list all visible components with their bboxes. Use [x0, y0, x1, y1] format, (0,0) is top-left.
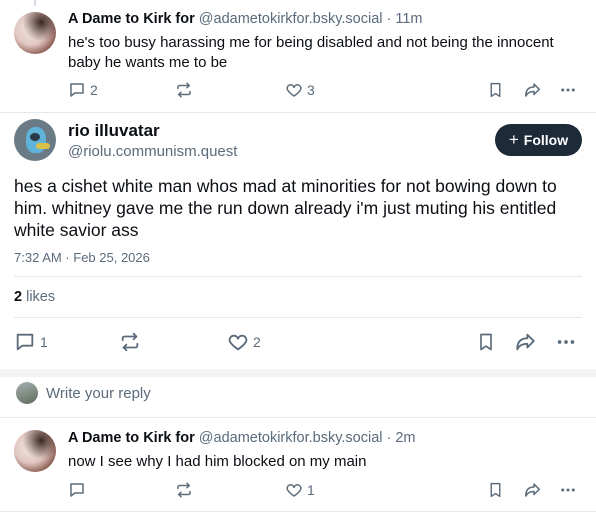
- avatar[interactable]: [14, 430, 56, 472]
- post-text: hes a cishet white man whos mad at minor…: [14, 176, 557, 240]
- likes-summary[interactable]: 2 likes: [14, 289, 55, 305]
- author-name[interactable]: A Dame to Kirk for: [68, 11, 195, 27]
- repost-arrows-icon: [177, 482, 191, 498]
- author-handle[interactable]: @riolu.communism.quest: [68, 143, 237, 160]
- bookmark-button[interactable]: [487, 479, 504, 501]
- bookmark-icon: [490, 482, 501, 498]
- repost-arrows-icon: [121, 332, 139, 352]
- ellipsis-icon: [561, 488, 575, 492]
- bookmark-button[interactable]: [487, 79, 504, 101]
- follow-label: Follow: [523, 132, 569, 148]
- repost-button[interactable]: [119, 331, 141, 353]
- speech-bubble-icon: [16, 333, 34, 351]
- divider: [14, 276, 582, 277]
- more-button[interactable]: [559, 479, 577, 501]
- post-timestamp[interactable]: 7:32 AM · Feb 25, 2026: [14, 250, 150, 265]
- heart-icon: [286, 84, 302, 97]
- like-count: 2: [253, 334, 261, 350]
- share-arrow-icon: [516, 333, 535, 351]
- share-button[interactable]: [523, 79, 542, 101]
- share-button[interactable]: [523, 479, 542, 501]
- follow-button[interactable]: + Follow: [495, 124, 582, 156]
- avatar[interactable]: [14, 119, 56, 161]
- like-count: 3: [307, 82, 315, 98]
- heart-icon: [286, 484, 302, 497]
- more-button[interactable]: [559, 79, 577, 101]
- like-button[interactable]: 1: [285, 479, 315, 501]
- divider: [14, 317, 582, 318]
- more-button[interactable]: [555, 331, 577, 353]
- author-name[interactable]: A Dame to Kirk for: [68, 430, 195, 446]
- reply-button[interactable]: [68, 479, 86, 501]
- post-time[interactable]: · 2m: [387, 430, 416, 446]
- repost-button[interactable]: [175, 479, 193, 501]
- post-actions: 1 2: [0, 331, 596, 353]
- author-handle[interactable]: @adametokirkfor.bsky.social: [199, 430, 383, 446]
- post-header: A Dame to Kirk for @adametokirkfor.bsky.…: [68, 11, 423, 27]
- post-time[interactable]: · 11m: [387, 11, 423, 27]
- avatar: [16, 382, 38, 404]
- repost-arrows-icon: [177, 82, 191, 98]
- like-count: 1: [307, 482, 315, 498]
- post-header: A Dame to Kirk for @adametokirkfor.bsky.…: [68, 430, 416, 446]
- post-actions: 1: [0, 479, 596, 501]
- speech-bubble-icon: [70, 483, 84, 497]
- likes-label: likes: [26, 289, 56, 305]
- like-button[interactable]: 3: [285, 79, 315, 101]
- author-handle[interactable]: @adametokirkfor.bsky.social: [199, 11, 383, 27]
- reply-count: 2: [90, 82, 98, 98]
- reply-input-placeholder[interactable]: Write your reply: [46, 385, 151, 402]
- plus-icon: +: [508, 130, 519, 149]
- post-text: now I see why I had him blocked on my ma…: [68, 453, 367, 470]
- post-actions: 2 3: [0, 79, 596, 101]
- ellipsis-icon: [561, 88, 575, 92]
- bookmark-icon: [490, 82, 501, 98]
- reply-button[interactable]: 2: [68, 79, 98, 101]
- share-button[interactable]: [514, 331, 537, 353]
- repost-button[interactable]: [175, 79, 193, 101]
- divider: [0, 417, 596, 418]
- post-text: he's too busy harassing me for being dis…: [68, 34, 554, 71]
- bookmark-button[interactable]: [476, 331, 496, 353]
- ellipsis-icon: [557, 340, 575, 344]
- like-button[interactable]: 2: [227, 331, 261, 353]
- likes-count: 2: [14, 289, 23, 305]
- avatar[interactable]: [14, 12, 56, 54]
- speech-bubble-icon: [70, 83, 84, 97]
- share-arrow-icon: [525, 483, 540, 497]
- bookmark-icon: [480, 333, 492, 351]
- reply-count: 1: [40, 334, 48, 350]
- author-name[interactable]: rio illuvatar: [68, 121, 160, 141]
- heart-icon: [228, 334, 248, 351]
- thread-line: [34, 0, 36, 6]
- share-arrow-icon: [525, 83, 540, 97]
- reply-button[interactable]: 1: [14, 331, 48, 353]
- divider: [0, 511, 596, 512]
- divider: [0, 112, 596, 113]
